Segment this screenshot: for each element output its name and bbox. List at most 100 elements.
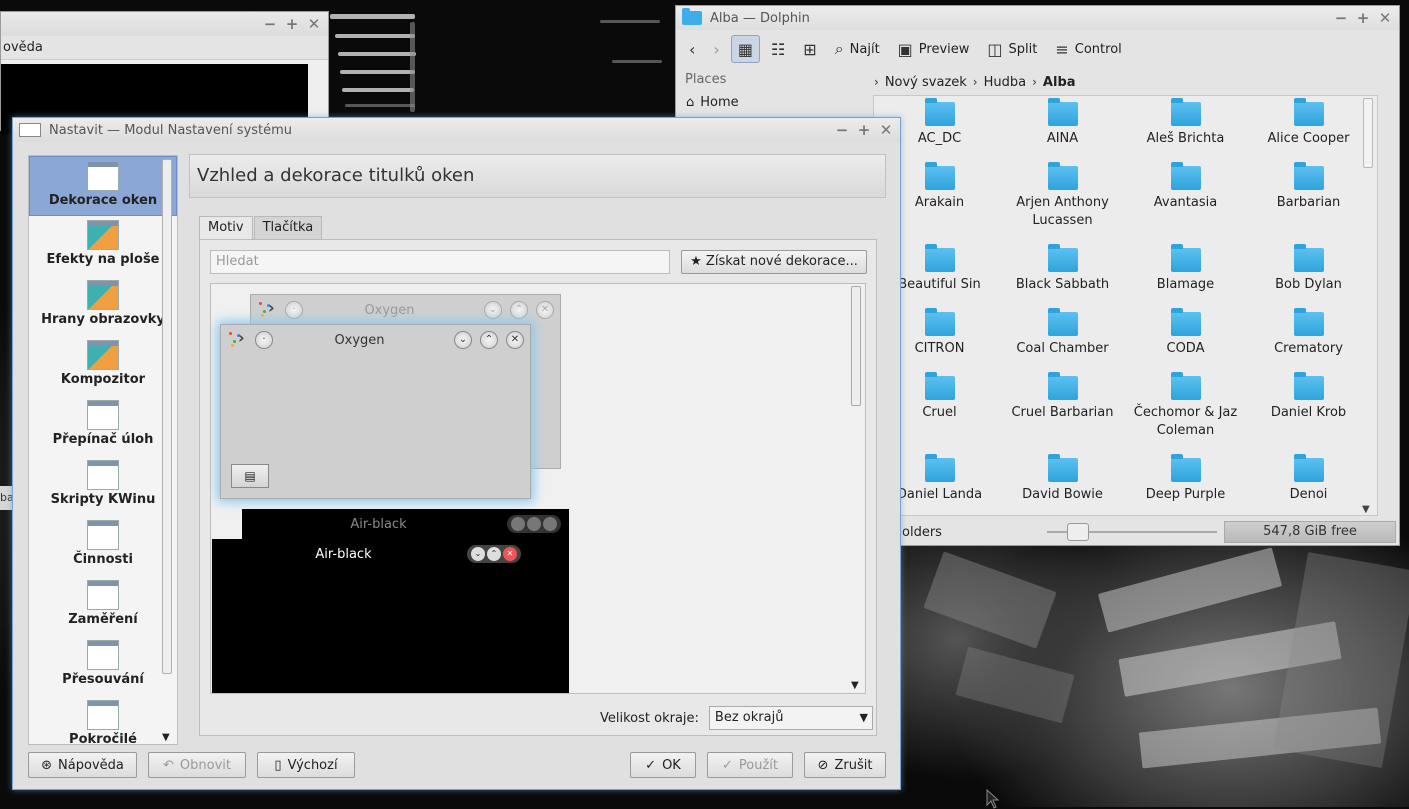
maximize-icon[interactable]: + [284,16,300,32]
apply-button[interactable]: ✓ Použít [707,752,793,778]
border-size-select[interactable]: Bez okrajů ▼ [708,706,873,730]
breadcrumb-item[interactable]: Nový svazek [885,75,967,90]
help-button[interactable]: ⊛ Nápověda [28,752,137,778]
background-window-titlebar[interactable]: − + ✕ [1,12,328,36]
control-label: Control [1074,41,1122,57]
tab-buttons[interactable]: Tlačítka [253,216,323,240]
settings-titlebar[interactable]: Nastavit — Modul Nastavení systému − + ✕ [13,118,900,142]
folder-item[interactable]: David Bowie [1001,454,1124,504]
decoration-preview-list[interactable]: · Oxygen ⌄ ⌃ ✕ · Oxygen ⌄ ⌃ ✕ ▤ [210,283,866,694]
scroll-down-icon[interactable]: ▼ [1362,504,1370,515]
zoom-slider[interactable] [1047,523,1217,541]
find-label: Najít [849,41,880,57]
cancel-button[interactable]: ⊘ Zrušit [804,752,886,778]
file-view-scrollbar[interactable]: ▼ [1361,96,1375,515]
ok-button[interactable]: ✓ OK [630,752,696,778]
sidebar-scrollbar[interactable]: ▼ [160,155,174,745]
folder-item[interactable]: CODA [1124,308,1247,358]
help-label: Nápověda [58,757,124,773]
close-icon[interactable]: ✕ [1377,10,1393,26]
minimize-icon[interactable]: − [1333,10,1349,26]
scrollbar-thumb[interactable] [851,286,861,406]
grid-view-icon: ▦ [737,39,753,59]
folder-item[interactable]: Bob Dylan [1247,244,1370,294]
folder-item[interactable]: Aleš Brichta [1124,98,1247,148]
folder-item[interactable]: Deep Purple [1124,454,1247,504]
scroll-down-icon[interactable]: ▼ [851,680,859,691]
background-window[interactable]: − + ✕ ovědа [0,11,329,134]
preview-button[interactable]: ▣ Preview [891,35,977,63]
folder-item[interactable]: Čechomor & Jaz Coleman [1124,372,1247,440]
folder-item[interactable]: Arjen Anthony Lucassen [1001,162,1124,230]
breadcrumb-item[interactable]: Hudba [984,75,1027,90]
folder-item[interactable]: Daniel Krob [1247,372,1370,422]
sidebar-item[interactable]: Kompozitor [29,336,177,396]
details-view-button[interactable]: ⊞ [796,35,823,63]
preview-title: Oxygen [334,332,385,348]
control-button[interactable]: ≡ Control [1048,35,1128,63]
folder-label: Daniel Krob [1270,405,1347,420]
sidebar-item[interactable]: Efekty na ploše [29,216,177,276]
status-text: olders [902,524,942,540]
folder-item[interactable]: Avantasia [1124,162,1247,212]
close-icon: ✕ [503,547,517,561]
folder-label: Black Sabbath [1015,277,1110,292]
place-home[interactable]: ⌂ Home [682,89,872,116]
menu-help[interactable]: ovědа [3,40,43,55]
back-button[interactable]: ‹ [682,35,702,63]
scrollbar-thumb[interactable] [1363,98,1373,168]
sidebar-item[interactable]: Přepínač úloh [29,396,177,456]
icons-view-button[interactable]: ▦ [730,35,760,63]
folder-item[interactable]: Denoi [1247,454,1370,504]
reset-button[interactable]: ↶ Obnovit [148,752,246,778]
defaults-button[interactable]: ▯ Výchozí [257,752,355,778]
folder-icon [1047,372,1078,400]
sidebar-item[interactable]: Pokročilé [29,696,177,744]
maximize-icon[interactable]: + [856,122,872,138]
system-settings-window[interactable]: Nastavit — Modul Nastavení systému − + ✕… [12,117,901,790]
find-button[interactable]: ⌕ Najít [828,35,887,63]
search-input[interactable]: Hledat [210,250,670,274]
background-window-menubar[interactable]: ovědа [1,36,328,60]
sidebar-item-label: Činnosti [73,552,133,567]
close-icon[interactable]: ✕ [878,122,894,138]
folder-item[interactable]: AINA [1001,98,1124,148]
sidebar-item-label: Zaměření [68,612,138,627]
breadcrumb-current[interactable]: Alba [1043,75,1076,90]
sidebar-item[interactable]: Dekorace oken [29,156,177,216]
folder-item[interactable]: Coal Chamber [1001,308,1124,358]
border-size-row: Velikost okraje: Bez okrajů ▼ [600,706,873,730]
minimize-icon[interactable]: − [834,122,850,138]
folder-item[interactable]: Cruel Barbarian [1001,372,1124,422]
scroll-down-icon[interactable]: ▼ [162,732,170,743]
folder-item[interactable]: Crematory [1247,308,1370,358]
close-icon[interactable]: ✕ [306,16,322,32]
zoom-slider-handle[interactable] [1067,523,1089,541]
compact-view-button[interactable]: ☷ [764,35,792,63]
scrollbar-thumb[interactable] [162,159,172,674]
tab-theme[interactable]: Motiv [199,216,253,240]
forward-button[interactable]: › [706,35,726,63]
dolphin-titlebar[interactable]: Alba — Dolphin − + ✕ [676,6,1399,30]
sidebar-item[interactable]: Skripty KWinu [29,456,177,516]
folder-item[interactable]: Blamage [1124,244,1247,294]
air-black-preview-active[interactable]: Air-black ⌄ ⌃ ✕ [212,539,569,693]
folder-item[interactable]: Black Sabbath [1001,244,1124,294]
folder-label: Čechomor & Jaz Coleman [1133,405,1238,438]
preview-scrollbar[interactable]: ▼ [849,286,863,691]
close-icon: ✕ [506,331,524,349]
maximize-icon[interactable]: + [1355,10,1371,26]
folder-item[interactable]: Alice Cooper [1247,98,1370,148]
split-button[interactable]: ◫ Split [980,35,1044,63]
cancel-label: Zrušit [834,757,873,773]
sidebar-item[interactable]: Hrany obrazovky [29,276,177,336]
folder-item[interactable]: Barbarian [1247,162,1370,212]
sidebar-item[interactable]: Zaměření [29,576,177,636]
minimize-icon[interactable]: − [262,16,278,32]
get-new-decorations-button[interactable]: ★ Získat nové dekorace... [681,250,867,274]
lifebuoy-icon: ⊛ [41,757,53,773]
oxygen-preview-active[interactable]: · Oxygen ⌄ ⌃ ✕ ▤ [220,324,531,499]
sidebar-item[interactable]: Činnosti [29,516,177,576]
file-view[interactable]: AC_DC AINA Aleš Brichta Alice Cooper Arakain… [873,95,1378,516]
sidebar-item[interactable]: Přesouvání [29,636,177,696]
